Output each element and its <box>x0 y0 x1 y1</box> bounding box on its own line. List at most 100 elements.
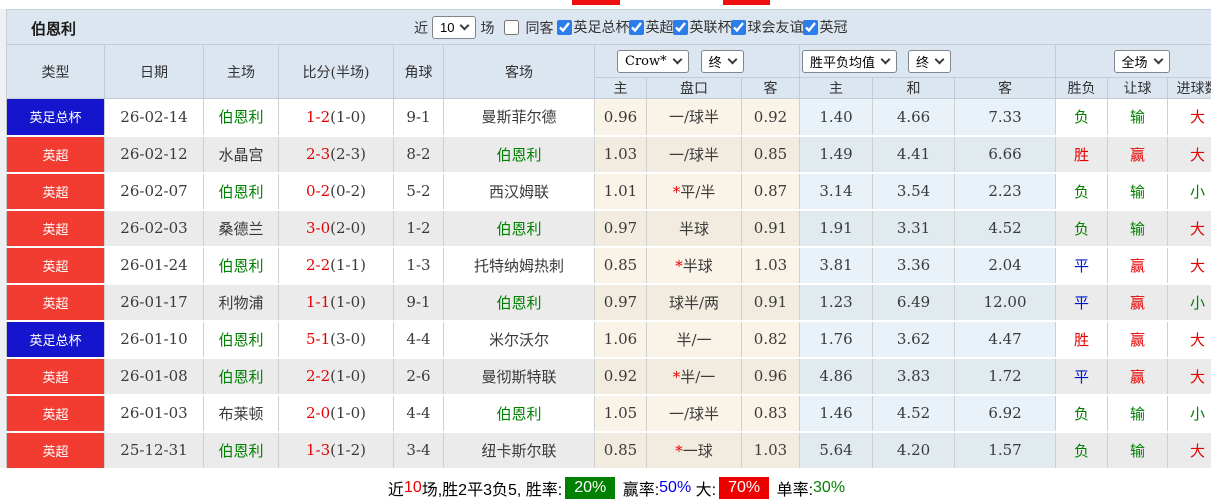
home-team[interactable]: 伯恩利 <box>203 246 279 285</box>
score-cell: 2-2(1-0) <box>278 357 394 396</box>
home-team[interactable]: 布莱顿 <box>203 394 279 433</box>
handicap-home-odds: 0.85 <box>594 246 647 285</box>
home-team[interactable]: 伯恩利 <box>203 357 279 396</box>
handicap-home-odds: 1.01 <box>594 172 647 211</box>
chevron-down-icon <box>1153 54 1163 64</box>
h2h-table: 类型 日期 主场 比分(半场) 角球 客场 Crow* 终 胜平负均值 终 全场… <box>6 44 1211 470</box>
red-tab-fragment <box>572 0 620 5</box>
league-filter-checkbox[interactable] <box>731 19 747 35</box>
handicap-home-odds: 0.96 <box>594 98 647 137</box>
bookmaker-select[interactable]: Crow* <box>617 49 689 73</box>
handicap-line: *平/半 <box>646 172 742 211</box>
result-cell: 负 <box>1055 394 1109 433</box>
home-team[interactable]: 伯恩利 <box>203 172 279 211</box>
match-date: 26-01-03 <box>104 394 204 433</box>
scope-select[interactable]: 全场 <box>1113 49 1170 73</box>
home-team[interactable]: 水晶宫 <box>203 135 279 174</box>
home-team[interactable]: 利物浦 <box>203 283 279 322</box>
spread-result-cell: 赢 <box>1107 135 1169 174</box>
handicap-home-odds: 0.97 <box>594 209 647 248</box>
avg-odds-select[interactable]: 胜平负均值 <box>802 49 898 73</box>
league-badge: 英超 <box>6 357 105 396</box>
away-team[interactable]: 伯恩利 <box>443 394 595 433</box>
same-away-checkbox[interactable] <box>504 20 520 35</box>
score-cell: 1-3(1-2) <box>278 431 394 470</box>
away-team[interactable]: 托特纳姆热刺 <box>443 246 595 285</box>
league-filter-label: 英冠 <box>819 19 848 36</box>
subcol-avg-home: 主 <box>799 77 874 99</box>
avg-away-odds: 12.00 <box>954 283 1057 322</box>
home-team[interactable]: 伯恩利 <box>203 320 279 359</box>
avg-home-odds: 4.86 <box>799 357 874 396</box>
avg-home-odds: 1.91 <box>799 209 874 248</box>
away-team[interactable]: 纽卡斯尔联 <box>443 431 595 470</box>
recent-label: 近 <box>414 19 428 36</box>
col-header-date: 日期 <box>104 44 204 99</box>
league-badge: 英足总杯 <box>6 320 105 359</box>
handicap-away-odds: 0.82 <box>741 320 801 359</box>
away-team[interactable]: 伯恩利 <box>443 135 595 174</box>
avg-odds-group-header: 胜平负均值 终 <box>799 44 1057 78</box>
recent-count-value: 10 <box>440 20 455 35</box>
handicap-away-odds: 1.03 <box>741 431 801 470</box>
match-date: 26-02-14 <box>104 98 204 137</box>
away-team[interactable]: 米尔沃尔 <box>443 320 595 359</box>
away-team[interactable]: 西汉姆联 <box>443 172 595 211</box>
match-date: 26-01-08 <box>104 357 204 396</box>
bookmaker-final-select[interactable]: 终 <box>700 49 744 73</box>
score-cell: 1-2(1-0) <box>278 98 394 137</box>
corner-cell: 2-6 <box>393 357 444 396</box>
handicap-home-odds: 1.03 <box>594 135 647 174</box>
result-cell: 平 <box>1055 283 1109 322</box>
match-date: 25-12-31 <box>104 431 204 470</box>
handicap-away-odds: 0.91 <box>741 283 801 322</box>
avg-home-odds: 1.23 <box>799 283 874 322</box>
avg-away-odds: 1.57 <box>954 431 1057 470</box>
handicap-line: 半/一 <box>646 320 742 359</box>
league-filter-3: 球会友谊 <box>731 17 803 37</box>
avg-draw-odds: 3.36 <box>872 246 956 285</box>
chevron-down-icon <box>934 54 945 64</box>
home-team[interactable]: 伯恩利 <box>203 431 279 470</box>
handicap-away-odds: 0.91 <box>741 209 801 248</box>
league-filter-checkbox[interactable] <box>557 19 573 35</box>
avg-final-select[interactable]: 终 <box>908 49 952 73</box>
subcol-handicap-home: 主 <box>594 77 647 99</box>
away-team[interactable]: 曼斯菲尔德 <box>443 98 595 137</box>
spread-result-cell: 输 <box>1107 394 1169 433</box>
col-header-away: 客场 <box>443 44 595 99</box>
win-rate-badge: 20% <box>565 476 616 499</box>
avg-away-odds: 7.33 <box>954 98 1057 137</box>
handicap-line: 球半/两 <box>646 283 742 322</box>
avg-away-odds: 6.92 <box>954 394 1057 433</box>
home-team[interactable]: 伯恩利 <box>203 98 279 137</box>
stats-board: 伯恩利 近 10 场 同客 英足总杯 英超 英联杯 球会友谊 英冠 类型 日期 … <box>6 9 1211 504</box>
avg-draw-odds: 6.49 <box>872 283 956 322</box>
avg-home-odds: 3.81 <box>799 246 874 285</box>
corner-cell: 4-4 <box>393 320 444 359</box>
corner-cell: 8-2 <box>393 135 444 174</box>
handicap-line: 一/球半 <box>646 135 742 174</box>
matches-label: 场 <box>480 19 495 36</box>
away-team[interactable]: 伯恩利 <box>443 209 595 248</box>
match-date: 26-01-17 <box>104 283 204 322</box>
corner-cell: 5-2 <box>393 172 444 211</box>
match-row: 英超 26-02-07 伯恩利 0-2(0-2) 5-2 西汉姆联 1.01 *… <box>6 172 1211 211</box>
league-filter-4: 英冠 <box>803 17 847 37</box>
league-filter-group: 英足总杯 英超 英联杯 球会友谊 英冠 <box>557 17 847 38</box>
corner-cell: 3-4 <box>393 431 444 470</box>
league-filter-checkbox[interactable] <box>803 19 819 35</box>
away-team[interactable]: 伯恩利 <box>443 283 595 322</box>
match-date: 26-01-10 <box>104 320 204 359</box>
handicap-line: *半球 <box>646 246 742 285</box>
league-filter-checkbox[interactable] <box>629 19 645 35</box>
league-badge: 英超 <box>6 209 105 248</box>
result-cell: 负 <box>1055 98 1109 137</box>
away-team[interactable]: 曼彻斯特联 <box>443 357 595 396</box>
summary-count: 10 <box>403 478 422 496</box>
avg-draw-odds: 4.41 <box>872 135 956 174</box>
recent-count-select[interactable]: 10 <box>432 16 477 39</box>
league-filter-checkbox[interactable] <box>673 19 689 35</box>
home-team[interactable]: 桑德兰 <box>203 209 279 248</box>
spread-result-cell: 赢 <box>1107 283 1169 322</box>
